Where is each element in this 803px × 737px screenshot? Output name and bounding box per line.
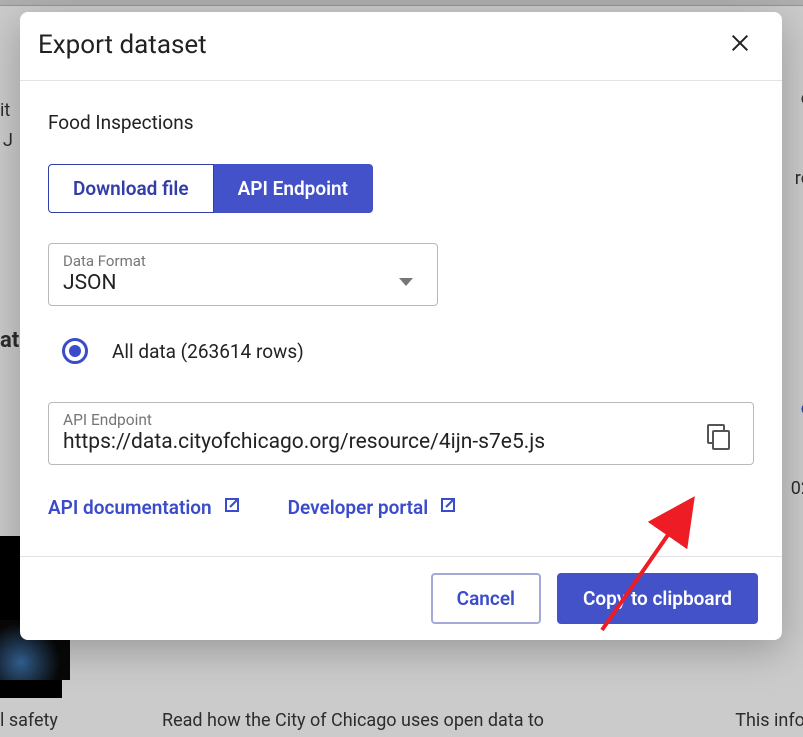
modal-body: Food Inspections Download file API Endpo… <box>20 81 782 556</box>
tab-download-file[interactable]: Download file <box>48 164 214 213</box>
radio-icon <box>62 338 88 364</box>
radio-dot <box>69 345 81 357</box>
cancel-button[interactable]: Cancel <box>431 573 541 624</box>
dataset-name: Food Inspections <box>48 111 754 134</box>
dropdown-value: JSON <box>63 271 423 295</box>
chevron-down-icon <box>399 272 413 291</box>
tab-api-endpoint[interactable]: API Endpoint <box>214 164 373 213</box>
modal-footer: Cancel Copy to clipboard <box>20 556 782 640</box>
data-format-dropdown[interactable]: Data Format JSON <box>48 243 438 306</box>
modal-title: Export dataset <box>38 30 207 60</box>
endpoint-value: https://data.cityofchicago.org/resource/… <box>63 430 663 454</box>
dropdown-label: Data Format <box>63 252 423 270</box>
link-label: API documentation <box>48 496 212 519</box>
endpoint-label: API Endpoint <box>63 411 739 429</box>
copy-icon[interactable] <box>705 423 731 455</box>
link-label: Developer portal <box>288 496 429 519</box>
radio-all-data[interactable]: All data (263614 rows) <box>62 338 754 364</box>
close-icon <box>729 32 751 58</box>
radio-label: All data (263614 rows) <box>112 340 304 363</box>
modal-header: Export dataset <box>20 12 782 81</box>
export-dataset-modal: Export dataset Food Inspections Download… <box>20 12 782 640</box>
external-link-icon <box>222 495 242 520</box>
external-link-icon <box>438 495 458 520</box>
doc-links-row: API documentation Developer portal <box>48 495 754 520</box>
api-endpoint-field[interactable]: API Endpoint https://data.cityofchicago.… <box>48 402 754 465</box>
api-documentation-link[interactable]: API documentation <box>48 495 242 520</box>
export-mode-tabs: Download file API Endpoint <box>48 164 754 213</box>
developer-portal-link[interactable]: Developer portal <box>288 495 459 520</box>
close-button[interactable] <box>726 31 754 59</box>
copy-to-clipboard-button[interactable]: Copy to clipboard <box>557 573 758 624</box>
